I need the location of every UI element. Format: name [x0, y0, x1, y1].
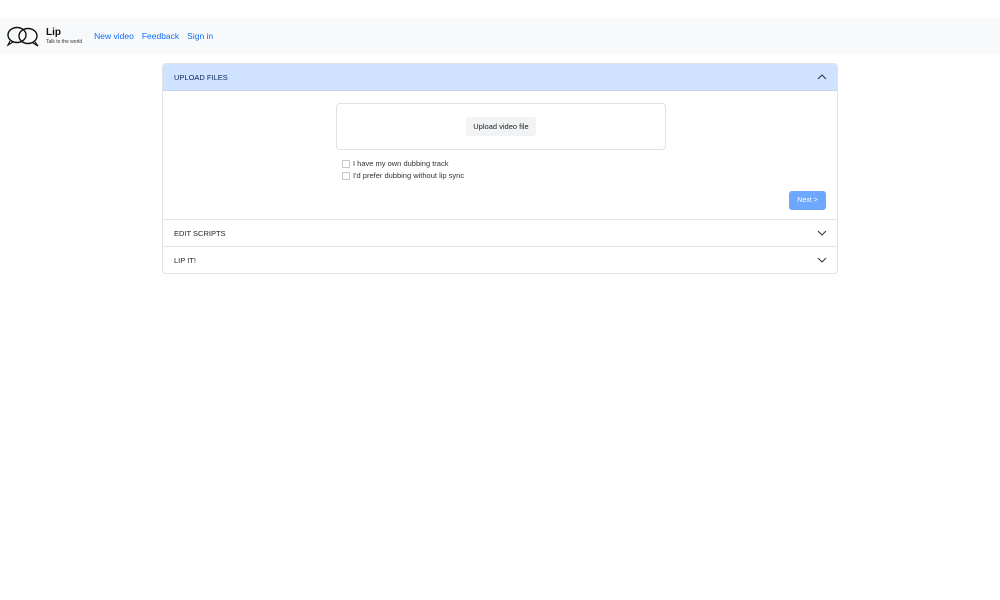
no-lip-sync-checkbox[interactable] — [342, 171, 350, 180]
brand[interactable]: Lip Talk to the world — [6, 25, 82, 47]
option-own-dubbing-track[interactable]: I have my own dubbing track — [342, 159, 448, 168]
accordion-header-lip-it[interactable]: LIP IT! — [163, 246, 837, 273]
accordion-body-upload-files: Upload video file I have my own dubbing … — [163, 91, 837, 219]
nav-link-new-video[interactable]: New video — [94, 31, 134, 41]
option-no-lip-sync[interactable]: I'd prefer dubbing without lip sync — [342, 171, 464, 180]
nav-link-feedback[interactable]: Feedback — [142, 31, 179, 41]
nav-link-sign-in[interactable]: Sign in — [187, 31, 213, 41]
option-label: I have my own dubbing track — [353, 159, 449, 168]
brand-name: Lip — [46, 26, 61, 38]
chevron-down-icon — [817, 230, 827, 236]
nav-links: New video Feedback Sign in — [94, 31, 221, 41]
chevron-down-icon — [817, 257, 827, 263]
accordion-title: UPLOAD FILES — [174, 72, 228, 82]
accordion: UPLOAD FILES Upload video file I have my… — [162, 63, 838, 274]
option-label: I'd prefer dubbing without lip sync — [353, 171, 465, 180]
upload-dropzone[interactable]: Upload video file — [336, 103, 666, 150]
brand-tagline: Talk to the world — [46, 38, 83, 45]
logo-icon — [6, 26, 39, 47]
navbar: Lip Talk to the world New video Feedback… — [0, 18, 1000, 54]
chevron-up-icon — [817, 74, 827, 80]
accordion-header-upload-files[interactable]: UPLOAD FILES — [163, 64, 837, 91]
upload-video-button[interactable]: Upload video file — [466, 117, 536, 136]
accordion-header-edit-scripts[interactable]: EDIT SCRIPTS — [163, 219, 837, 246]
accordion-title: LIP IT! — [174, 255, 196, 265]
accordion-title: EDIT SCRIPTS — [174, 228, 226, 238]
next-button[interactable]: Next > — [789, 191, 826, 210]
own-dubbing-checkbox[interactable] — [342, 159, 350, 168]
